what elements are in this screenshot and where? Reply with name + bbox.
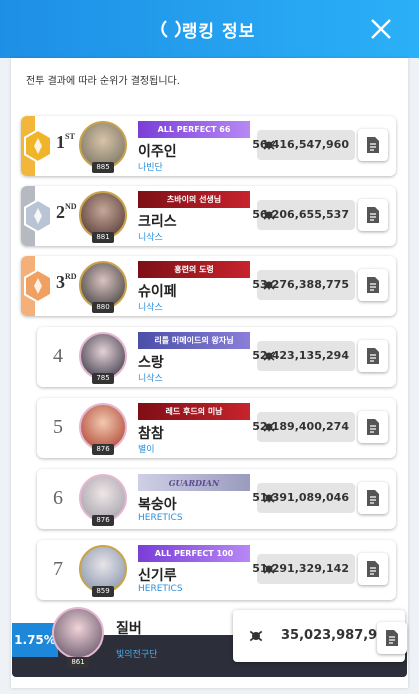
document-icon	[367, 490, 379, 506]
player-name: 스랑	[138, 355, 164, 371]
score-box: 53,276,388,775	[252, 270, 355, 300]
document-icon	[367, 207, 379, 223]
title-badge: 레드 후드의 미남	[138, 403, 250, 420]
score-value: 51,291,329,142	[252, 562, 349, 575]
title-badge: ALL PERFECT 100	[138, 545, 250, 562]
player-name: 복숭아	[138, 497, 177, 513]
skull-icon	[249, 630, 263, 642]
close-icon[interactable]	[369, 17, 393, 41]
title-badge: GUARDIAN	[138, 474, 250, 491]
score-box: 52,189,400,274	[252, 412, 355, 442]
player-name: 크리스	[138, 214, 177, 230]
score-box: 51,391,089,046	[252, 483, 355, 513]
gold-rank-icon	[24, 129, 52, 163]
details-button[interactable]	[358, 553, 388, 585]
ranking-row-4[interactable]: 4 785 리틀 머메이드의 왕자님 스랑 니삭스 52,423,135,294	[37, 327, 396, 387]
score-value: 51,391,089,046	[252, 491, 349, 504]
score-value: 56,416,547,960	[252, 138, 349, 151]
ranking-description: 전투 결과에 따라 순위가 결정됩니다.	[26, 76, 180, 87]
guild-name: HERETICS	[138, 584, 183, 594]
level-badge: 876	[92, 515, 114, 526]
my-level-badge: 861	[67, 657, 89, 668]
document-icon	[367, 348, 379, 364]
details-button[interactable]	[358, 269, 388, 301]
level-badge: 880	[92, 302, 114, 313]
rank-number: 6	[53, 487, 63, 509]
level-badge: 859	[92, 586, 114, 597]
rank-number: 7	[53, 558, 63, 580]
document-icon	[386, 630, 398, 646]
my-details-button[interactable]	[377, 622, 407, 654]
bronze-rank-icon	[24, 269, 52, 303]
score-box: 56,206,655,537	[252, 200, 355, 230]
details-button[interactable]	[358, 340, 388, 372]
score-box: 52,423,135,294	[252, 341, 355, 371]
guild-name: HERETICS	[138, 513, 183, 523]
guild-name: 니삭스	[138, 374, 163, 384]
details-button[interactable]	[358, 411, 388, 443]
player-name: 신기루	[138, 568, 177, 584]
score-value: 52,423,135,294	[252, 349, 349, 362]
guild-name: 별이	[138, 445, 155, 455]
laurel-icon	[161, 20, 181, 38]
document-icon	[367, 419, 379, 435]
title-badge: 리틀 머메이드의 왕자님	[138, 332, 250, 349]
title-badge: 츠바이의 선생님	[138, 191, 250, 208]
details-button[interactable]	[358, 482, 388, 514]
document-icon	[367, 277, 379, 293]
rank-number: 4	[53, 345, 63, 367]
level-badge: 876	[92, 444, 114, 455]
player-name: 참참	[138, 426, 164, 442]
my-avatar[interactable]	[52, 607, 104, 659]
level-badge: 881	[92, 232, 114, 243]
page-title: 랭킹 정보	[181, 21, 256, 42]
my-name: 질버	[116, 621, 142, 637]
ranking-row-5[interactable]: 5 876 레드 후드의 미남 참참 별이 52,189,400,274	[37, 398, 396, 458]
ranking-row-7[interactable]: 7 859 ALL PERFECT 100 신기루 HERETICS 51,29…	[37, 540, 396, 600]
level-badge: 885	[92, 162, 114, 173]
rank-number: 5	[53, 416, 63, 438]
rank-number: 3RD	[56, 272, 77, 292]
player-name: 이주인	[138, 144, 177, 160]
details-button[interactable]	[358, 199, 388, 231]
score-value: 52,189,400,274	[252, 420, 349, 433]
ranking-row-6[interactable]: 6 876 GUARDIAN 복숭아 HERETICS 51,391,089,0…	[37, 469, 396, 529]
my-guild: 빛의전구단	[116, 650, 158, 660]
details-button[interactable]	[358, 129, 388, 161]
document-icon	[367, 137, 379, 153]
rank-number: 1ST	[56, 132, 75, 152]
silver-rank-icon	[24, 199, 52, 233]
title-badge: ALL PERFECT 66	[138, 121, 250, 138]
header-bar: 랭킹 정보	[0, 0, 419, 58]
ranking-row-3[interactable]: 3RD 880 홍련의 도령 슈이페 니삭스 53,276,388,775	[21, 256, 396, 316]
score-box: 51,291,329,142	[252, 554, 355, 584]
title-badge: 홍련의 도령	[138, 261, 250, 278]
my-score-card: 35,023,987,937	[233, 610, 407, 662]
document-icon	[367, 561, 379, 577]
guild-name: 나빈단	[138, 163, 163, 173]
my-percentile: 1.75%	[12, 623, 58, 657]
score-value: 53,276,388,775	[252, 278, 349, 291]
score-value: 56,206,655,537	[252, 208, 349, 221]
score-box: 56,416,547,960	[252, 130, 355, 160]
rank-number: 2ND	[56, 202, 77, 222]
guild-name: 니삭스	[138, 233, 163, 243]
guild-name: 니삭스	[138, 303, 163, 313]
ranking-row-1[interactable]: 1ST 885 ALL PERFECT 66 이주인 나빈단 56,416,54…	[21, 116, 396, 176]
player-name: 슈이페	[138, 284, 177, 300]
ranking-row-2[interactable]: 2ND 881 츠바이의 선생님 크리스 니삭스 56,206,655,537	[21, 186, 396, 246]
level-badge: 785	[92, 373, 114, 384]
